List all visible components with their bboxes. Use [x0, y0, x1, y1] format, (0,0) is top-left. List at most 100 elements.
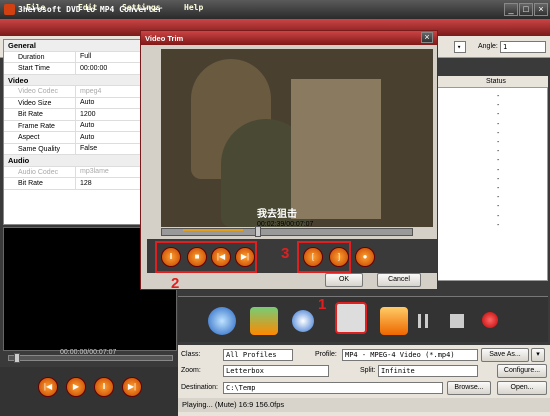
next-icon[interactable]: ▶| — [122, 377, 142, 397]
menu-file[interactable]: File — [26, 3, 45, 12]
property-key: Duration — [4, 51, 76, 62]
status-dash: - — [497, 111, 500, 119]
menu-help[interactable]: Help — [184, 3, 203, 12]
trim-next-frame-icon[interactable]: ▶| — [235, 247, 255, 267]
status-dash: - — [497, 139, 500, 146]
property-value: 128 — [80, 179, 92, 187]
minimize-button[interactable]: _ — [504, 3, 518, 16]
reset-trim-icon[interactable]: ● — [355, 247, 375, 267]
app-icon — [4, 4, 15, 15]
convert-icon[interactable] — [482, 312, 498, 328]
property-key: Video Codec — [4, 86, 76, 97]
set-start-icon[interactable]: [ — [303, 247, 323, 267]
close-button[interactable]: × — [534, 3, 548, 16]
configure-button[interactable]: Configure... — [497, 364, 547, 378]
property-key: Same Quality — [4, 143, 76, 154]
video-trim-dialog: Video Trim × 我去狙击 00:02:39/00:07:07 ‖ ■ … — [140, 30, 438, 292]
menu-settings[interactable]: Settings — [122, 3, 161, 12]
annotation-3: 3 — [281, 245, 290, 262]
prev-icon[interactable]: |◀ — [38, 377, 58, 397]
title-dropdown-arrow[interactable]: ▾ — [454, 41, 466, 53]
preview-seek-thumb[interactable] — [14, 353, 20, 363]
property-key: Aspect — [4, 132, 76, 143]
annotation-1: 1 — [318, 296, 327, 313]
status-dash: - — [497, 93, 500, 100]
profile-label: Profile: — [315, 351, 337, 358]
effect-icon[interactable] — [380, 307, 408, 335]
status-text: Playing... (Mute) 16:9 156.0fps — [182, 400, 285, 409]
property-key: Bit Rate — [4, 109, 76, 120]
zoom-label: Zoom: — [181, 367, 201, 374]
dialog-title: Video Trim — [145, 34, 184, 43]
zoom-select[interactable]: Letterbox — [223, 365, 329, 377]
dvd-load-icon[interactable] — [208, 307, 236, 335]
maximize-button[interactable]: □ — [519, 3, 533, 16]
destination-label: Destination: — [181, 384, 218, 391]
property-key: Audio Codec — [4, 166, 76, 177]
preview-controls — [0, 367, 178, 416]
property-key: Bit Rate — [4, 178, 76, 189]
dialog-close-button[interactable]: × — [421, 32, 433, 43]
property-value: 00:00:00 — [80, 64, 108, 72]
trim-pause-icon[interactable]: ‖ — [161, 247, 181, 267]
profile-select[interactable]: MP4 - MPEG-4 Video (*.mp4) — [342, 349, 478, 361]
open-button[interactable]: Open... — [497, 381, 547, 395]
split-label: Split: — [360, 367, 376, 374]
col-status: Status — [486, 78, 506, 85]
property-value: Auto — [80, 133, 95, 141]
property-value: mp3lame — [80, 168, 109, 176]
status-dash: - — [497, 148, 500, 156]
property-key: Video — [8, 75, 29, 85]
status-dash: - — [497, 175, 500, 183]
property-key: Frame Rate — [4, 120, 76, 131]
status-bar: Playing... (Mute) 16:9 156.0fps — [178, 398, 550, 412]
status-dash: - — [497, 221, 500, 229]
save-as-dropdown[interactable]: ▾ — [531, 348, 545, 362]
annotation-2: 2 — [171, 275, 180, 292]
ok-button[interactable]: OK — [325, 273, 363, 287]
property-key: General — [8, 41, 36, 50]
trim-stop-icon[interactable]: ■ — [187, 247, 207, 267]
cancel-button[interactable]: Cancel — [377, 273, 421, 287]
status-dash: - — [497, 102, 500, 110]
pause-icon[interactable]: ‖ — [94, 377, 114, 397]
class-label: Class: — [181, 351, 201, 358]
trim-icon[interactable] — [335, 302, 367, 334]
destination-input[interactable]: C:\Temp — [223, 382, 443, 394]
status-dash: - — [497, 185, 500, 192]
save-as-button[interactable]: Save As... — [481, 348, 529, 362]
trim-video-frame — [161, 49, 433, 227]
status-dash: - — [497, 194, 500, 202]
angle-select[interactable]: 1 — [500, 41, 546, 53]
class-select[interactable]: All Profiles — [223, 349, 293, 361]
status-dash: - — [497, 157, 500, 165]
load-folder-icon[interactable] — [250, 307, 278, 335]
trim-thumb[interactable] — [255, 226, 261, 237]
trim-time: 00:02:39/00:07:07 — [257, 221, 314, 228]
property-key: Start Time — [4, 63, 76, 74]
property-key: Audio — [8, 156, 30, 165]
stop-icon[interactable] — [450, 314, 464, 328]
set-end-icon[interactable]: ] — [329, 247, 349, 267]
status-dash: - — [497, 212, 500, 220]
dialog-title-bar: Video Trim — [141, 31, 437, 45]
split-select[interactable]: Infinite — [378, 365, 478, 377]
status-dash: - — [497, 129, 500, 137]
trim-prev-frame-icon[interactable]: |◀ — [211, 247, 231, 267]
property-value: Auto — [80, 99, 95, 107]
video-subtitle: 我去狙击 — [257, 209, 297, 220]
trim-range-marker[interactable] — [183, 229, 243, 233]
property-value: 1200 — [80, 110, 96, 118]
play-icon[interactable]: ▶ — [66, 377, 86, 397]
status-dash: - — [497, 166, 500, 174]
property-value: Full — [80, 53, 92, 61]
status-dash: - — [497, 120, 500, 128]
menu-edit[interactable]: Edit — [78, 3, 97, 12]
browse-button[interactable]: Browse... — [447, 381, 491, 395]
preview-seek-bar[interactable] — [8, 355, 173, 361]
property-value: False — [80, 145, 98, 153]
snapshot-icon[interactable] — [292, 310, 314, 332]
pause-convert-icon[interactable] — [418, 314, 428, 328]
property-value: Auto — [80, 122, 95, 130]
property-value: mpeg4 — [80, 87, 102, 95]
